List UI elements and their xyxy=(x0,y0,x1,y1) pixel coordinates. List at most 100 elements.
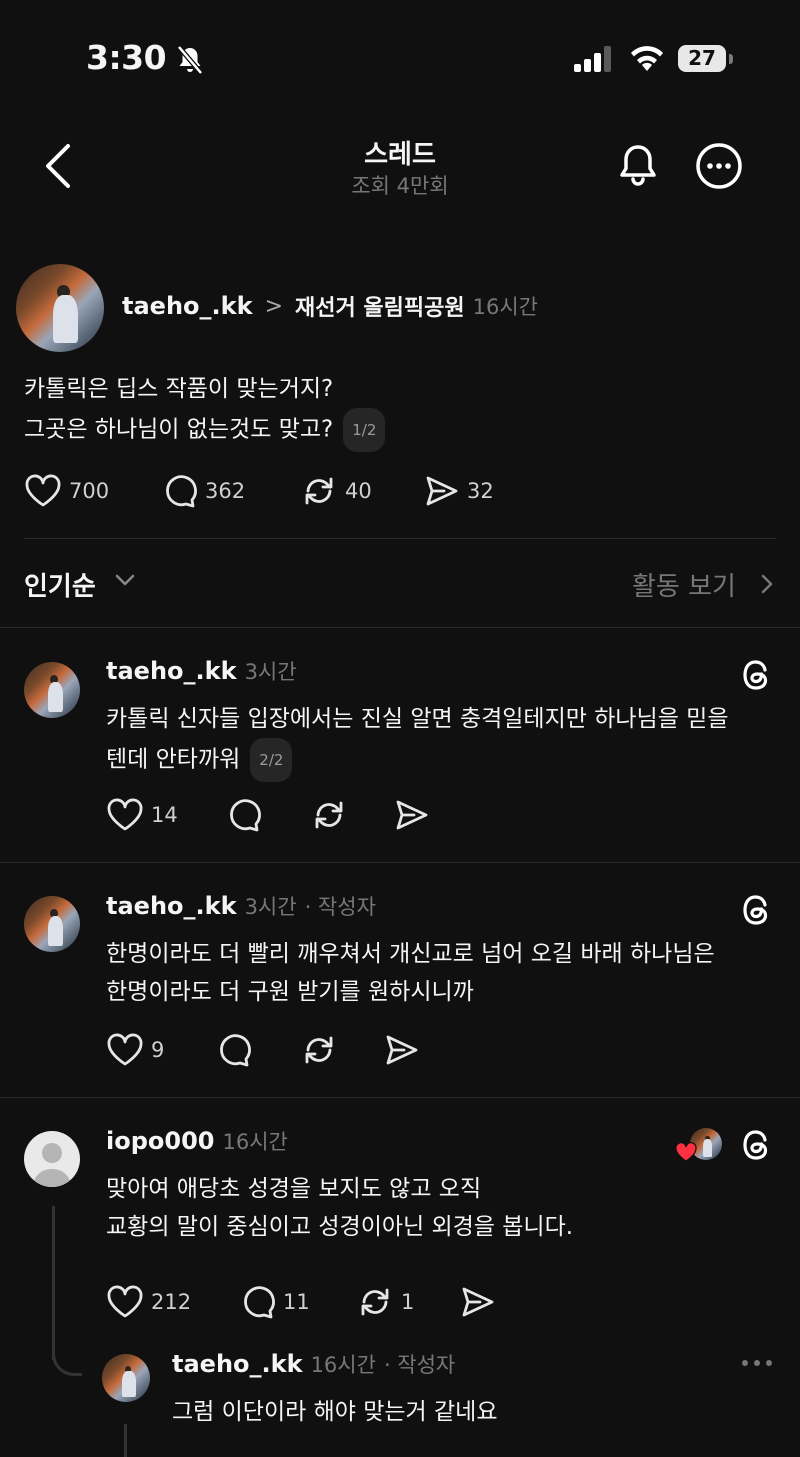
view-count: 조회 4만회 xyxy=(351,174,449,198)
like-count: 212 xyxy=(151,1290,192,1314)
reply-line: 텐데 안타까워 2/2 xyxy=(106,738,786,782)
reply-actions: 9 xyxy=(106,1033,420,1067)
reply-username[interactable]: taeho_.kk xyxy=(106,892,237,920)
comment-count: 362 xyxy=(205,479,246,503)
send-icon xyxy=(426,476,458,506)
author-tag: · 작성자 xyxy=(383,1353,456,1377)
share-count: 32 xyxy=(467,479,494,503)
share-button[interactable] xyxy=(384,1033,420,1067)
reply-line: 한명이라도 더 구원 받기를 원하시니까 xyxy=(106,979,474,1005)
nested-thread-line xyxy=(124,1424,127,1457)
threads-logo-icon[interactable] xyxy=(740,657,774,693)
post-actions: 700 362 40 32 xyxy=(24,474,494,508)
reply-line: 맞아여 애당초 성경을 보지도 않고 오직 xyxy=(106,1176,482,1202)
comment-button[interactable] xyxy=(216,1033,300,1067)
like-button[interactable]: 700 xyxy=(24,474,162,508)
chevron-down-icon[interactable] xyxy=(114,572,136,588)
share-button[interactable] xyxy=(394,798,430,832)
battery-level: 27 xyxy=(678,45,726,72)
reply-username[interactable]: iopo000 xyxy=(106,1127,214,1155)
reply-avatar[interactable] xyxy=(24,662,80,718)
like-button[interactable]: 212 xyxy=(106,1285,240,1319)
share-button[interactable]: 32 xyxy=(424,474,494,508)
like-count: 14 xyxy=(151,803,178,827)
notification-bell-button[interactable] xyxy=(614,141,662,189)
comment-button[interactable] xyxy=(226,798,310,832)
page-title: 스레드 xyxy=(364,140,436,170)
post-location[interactable]: 재선거 올림픽공원 xyxy=(295,290,465,322)
threads-logo-icon[interactable] xyxy=(740,892,774,928)
heart-filled-icon xyxy=(675,1142,697,1162)
post-line: 카톨릭은 딥스 작품이 맞는거지? xyxy=(24,376,334,402)
post-line-text: 그곳은 하나님이 없는것도 맞고? xyxy=(24,416,334,443)
send-icon xyxy=(462,1287,494,1317)
repost-icon xyxy=(305,1036,333,1064)
post-page-pill: 1/2 xyxy=(343,408,386,452)
repost-button[interactable] xyxy=(300,1033,384,1067)
user-silhouette-icon xyxy=(32,1143,72,1187)
reply-page-pill: 2/2 xyxy=(250,738,293,782)
reply-line: 카톨릭 신자들 입장에서는 진실 알면 충격일테지만 하나님을 믿을 xyxy=(106,706,729,732)
nested-reply-time: 16시간 xyxy=(310,1353,376,1377)
comment-count: 11 xyxy=(283,1290,310,1314)
repost-count: 1 xyxy=(401,1290,415,1314)
post-body: 카톨릭은 딥스 작품이 맞는거지? 그곳은 하나님이 없는것도 맞고? 1/2 xyxy=(24,370,386,452)
like-button[interactable]: 14 xyxy=(106,798,226,832)
post-divider xyxy=(24,538,776,539)
like-button[interactable]: 9 xyxy=(106,1033,216,1067)
send-icon xyxy=(396,800,428,830)
chevron-right-icon[interactable] xyxy=(760,573,774,595)
post-author-username[interactable]: taeho_.kk xyxy=(122,292,253,320)
cellular-signal-icon xyxy=(574,46,614,72)
reply-time: 3시간 xyxy=(244,660,297,684)
post-time: 16시간 xyxy=(472,295,538,319)
repost-button[interactable]: 1 xyxy=(356,1285,460,1319)
reply-username[interactable]: taeho_.kk xyxy=(106,657,237,685)
post-author-avatar[interactable] xyxy=(16,264,104,352)
more-options-button[interactable] xyxy=(694,141,744,191)
like-count: 9 xyxy=(151,1038,165,1062)
reply-actions: 212 11 1 xyxy=(106,1285,496,1319)
reply-divider xyxy=(0,1097,800,1098)
repost-button[interactable]: 40 xyxy=(300,474,424,508)
repost-icon xyxy=(315,801,343,829)
comment-icon xyxy=(220,1034,251,1067)
default-avatar[interactable] xyxy=(24,1131,80,1187)
comment-button[interactable]: 362 xyxy=(162,474,300,508)
nested-reply-avatar[interactable] xyxy=(102,1354,150,1402)
nested-reply-username[interactable]: taeho_.kk xyxy=(172,1350,303,1378)
repost-count: 40 xyxy=(345,479,372,503)
reply-line: 한명이라도 더 빨리 깨우쳐서 개신교로 넘어 오길 바래 하나님은 xyxy=(106,941,715,967)
section-divider xyxy=(0,627,800,628)
battery-tip xyxy=(729,54,733,64)
repost-icon xyxy=(305,477,333,505)
comment-button[interactable]: 11 xyxy=(240,1285,356,1319)
location-separator-chevron: > xyxy=(264,293,283,319)
repost-icon xyxy=(361,1288,389,1316)
heart-icon xyxy=(107,1285,143,1318)
heart-icon xyxy=(107,1033,143,1066)
reply-line: 교황의 말이 중심이고 성경이아닌 외경을 봅니다. xyxy=(106,1214,574,1240)
reply-divider xyxy=(0,862,800,863)
battery-icon: 27 xyxy=(678,45,726,72)
status-time: 3:30 xyxy=(86,38,167,77)
comment-icon xyxy=(166,475,197,508)
reply-time: 3시간 xyxy=(244,895,297,919)
reply-body: 맞아여 애당초 성경을 보지도 않고 오직 교황의 말이 중심이고 성경이아닌 … xyxy=(106,1170,786,1246)
view-activity-link[interactable]: 활동 보기 xyxy=(632,566,736,603)
more-options-button[interactable] xyxy=(740,1356,774,1370)
reply-time: 16시간 xyxy=(222,1130,288,1154)
repost-button[interactable] xyxy=(310,798,394,832)
sort-dropdown[interactable]: 인기순 xyxy=(24,566,96,603)
nested-reply-body: 그럼 이단이라 해야 맞는거 같네요 xyxy=(172,1399,498,1425)
silent-mode-icon xyxy=(174,44,206,76)
share-button[interactable] xyxy=(460,1285,496,1319)
heart-icon xyxy=(25,474,61,507)
reply-avatar[interactable] xyxy=(24,896,80,952)
reply-actions: 14 xyxy=(106,798,430,832)
reply-body: 카톨릭 신자들 입장에서는 진실 알면 충격일테지만 하나님을 믿을 텐데 안타… xyxy=(106,700,786,782)
threads-logo-icon[interactable] xyxy=(740,1127,774,1163)
heart-icon xyxy=(107,798,143,831)
author-tag: · 작성자 xyxy=(304,895,376,919)
like-count: 700 xyxy=(69,479,110,503)
